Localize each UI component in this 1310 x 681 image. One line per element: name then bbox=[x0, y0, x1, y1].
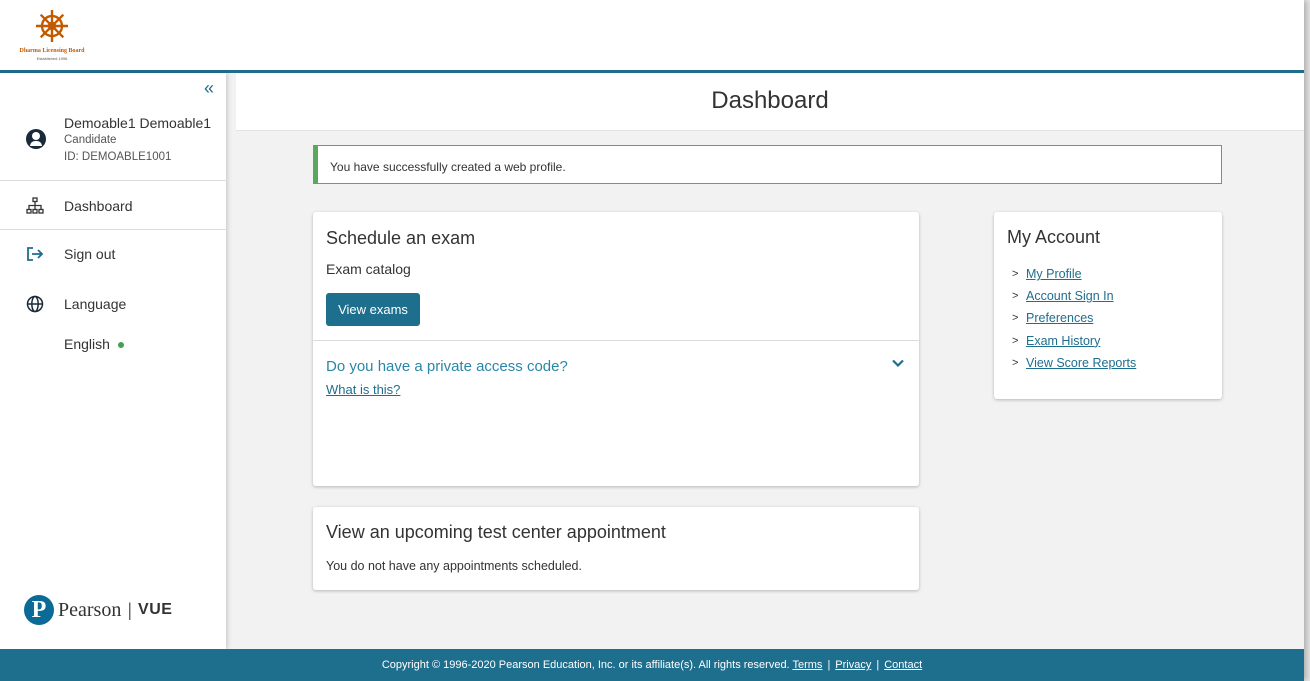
contact-link[interactable]: Contact bbox=[884, 659, 922, 671]
list-item: > View Score Reports bbox=[1012, 352, 1136, 374]
sidebar-divider bbox=[0, 229, 226, 230]
sidebar-item-label: Language bbox=[64, 296, 127, 312]
vendor-separator: | bbox=[127, 599, 133, 620]
org-tagline: Established 1996 bbox=[36, 56, 68, 61]
chevron-right-icon: > bbox=[1012, 356, 1019, 369]
chevron-right-icon: > bbox=[1012, 290, 1019, 303]
success-alert: You have successfully created a web prof… bbox=[313, 145, 1222, 184]
chevron-right-icon: > bbox=[1012, 334, 1019, 347]
exam-catalog-label: Exam catalog bbox=[326, 261, 411, 277]
list-item: > My Profile bbox=[1012, 263, 1136, 285]
pearson-p-icon: P bbox=[24, 595, 54, 625]
appointments-card: View an upcoming test center appointment… bbox=[313, 507, 919, 590]
footer: Copyright © 1996-2020 Pearson Education,… bbox=[0, 649, 1304, 681]
selected-status-dot bbox=[117, 342, 124, 349]
list-item: > Preferences bbox=[1012, 307, 1136, 329]
sidebar-item-language[interactable]: Language bbox=[26, 295, 126, 313]
footer-separator: | bbox=[876, 659, 880, 671]
sidebar: « Demoable1 Demoable1 Candidate ID: DEMO… bbox=[0, 73, 226, 649]
chevron-right-icon: > bbox=[1012, 268, 1019, 281]
view-score-reports-link[interactable]: View Score Reports bbox=[1026, 356, 1136, 370]
sidebar-item-label: Sign out bbox=[64, 246, 116, 262]
sidebar-item-dashboard[interactable]: Dashboard bbox=[26, 197, 133, 215]
user-name: Demoable1 Demoable1 bbox=[64, 115, 212, 131]
double-chevron-left-icon[interactable]: « bbox=[204, 79, 214, 97]
sidebar-item-sign-out[interactable]: Sign out bbox=[26, 245, 115, 263]
list-item: > Exam History bbox=[1012, 330, 1136, 352]
view-exams-button[interactable]: View exams bbox=[326, 293, 420, 326]
org-logo[interactable]: Dharma Licensing Board Established 1996 bbox=[10, 8, 94, 62]
my-profile-link[interactable]: My Profile bbox=[1026, 267, 1082, 281]
account-links: > My Profile > Account Sign In > Preference… bbox=[1012, 263, 1136, 374]
card-divider bbox=[313, 340, 919, 341]
sidebar-item-label: Dashboard bbox=[64, 198, 133, 214]
chevron-down-icon[interactable] bbox=[891, 356, 905, 370]
app-window: Dharma Licensing Board Established 1996 … bbox=[0, 0, 1304, 681]
appointments-empty-text: You do not have any appointments schedul… bbox=[326, 559, 582, 573]
privacy-link[interactable]: Privacy bbox=[835, 659, 871, 671]
my-account-title: My Account bbox=[1007, 227, 1101, 247]
user-avatar-icon bbox=[26, 129, 46, 149]
org-name: Dharma Licensing Board bbox=[19, 48, 85, 54]
globe-icon bbox=[26, 295, 44, 313]
schedule-exam-card: Schedule an exam Exam catalog View exams… bbox=[313, 212, 919, 486]
top-bar: Dharma Licensing Board Established 1996 bbox=[0, 0, 1304, 70]
chevron-right-icon: > bbox=[1012, 312, 1019, 325]
sidebar-divider bbox=[0, 180, 226, 181]
private-access-code-toggle[interactable]: Do you have a private access code? bbox=[326, 358, 568, 375]
alert-message: You have successfully created a web prof… bbox=[330, 160, 566, 174]
appointments-title: View an upcoming test center appointment bbox=[326, 522, 666, 542]
user-role: Candidate bbox=[64, 134, 117, 146]
sitemap-icon bbox=[26, 197, 44, 215]
vendor-name: Pearson bbox=[58, 598, 122, 621]
sign-out-icon bbox=[26, 245, 44, 263]
vendor-product: VUE bbox=[138, 601, 173, 618]
list-item: > Account Sign In bbox=[1012, 285, 1136, 307]
pearson-vue-logo: P Pearson | VUE bbox=[24, 595, 172, 625]
my-account-card: My Account > My Profile > Account Sign In … bbox=[994, 212, 1222, 399]
preferences-link[interactable]: Preferences bbox=[1026, 311, 1093, 325]
footer-separator: | bbox=[827, 659, 831, 671]
dharma-wheel-icon bbox=[36, 10, 68, 42]
user-id: ID: DEMOABLE1001 bbox=[64, 151, 172, 163]
language-option-english[interactable]: English bbox=[64, 336, 124, 352]
page-title: Dashboard bbox=[711, 87, 829, 114]
account-sign-in-link[interactable]: Account Sign In bbox=[1026, 289, 1114, 303]
copyright-text: Copyright © 1996-2020 Pearson Education,… bbox=[381, 659, 790, 671]
what-is-this-link[interactable]: What is this? bbox=[326, 382, 400, 397]
exam-history-link[interactable]: Exam History bbox=[1026, 334, 1100, 348]
terms-link[interactable]: Terms bbox=[792, 659, 822, 671]
schedule-exam-title: Schedule an exam bbox=[326, 228, 476, 248]
language-value: English bbox=[64, 336, 110, 352]
page-header: Dashboard bbox=[236, 73, 1304, 131]
